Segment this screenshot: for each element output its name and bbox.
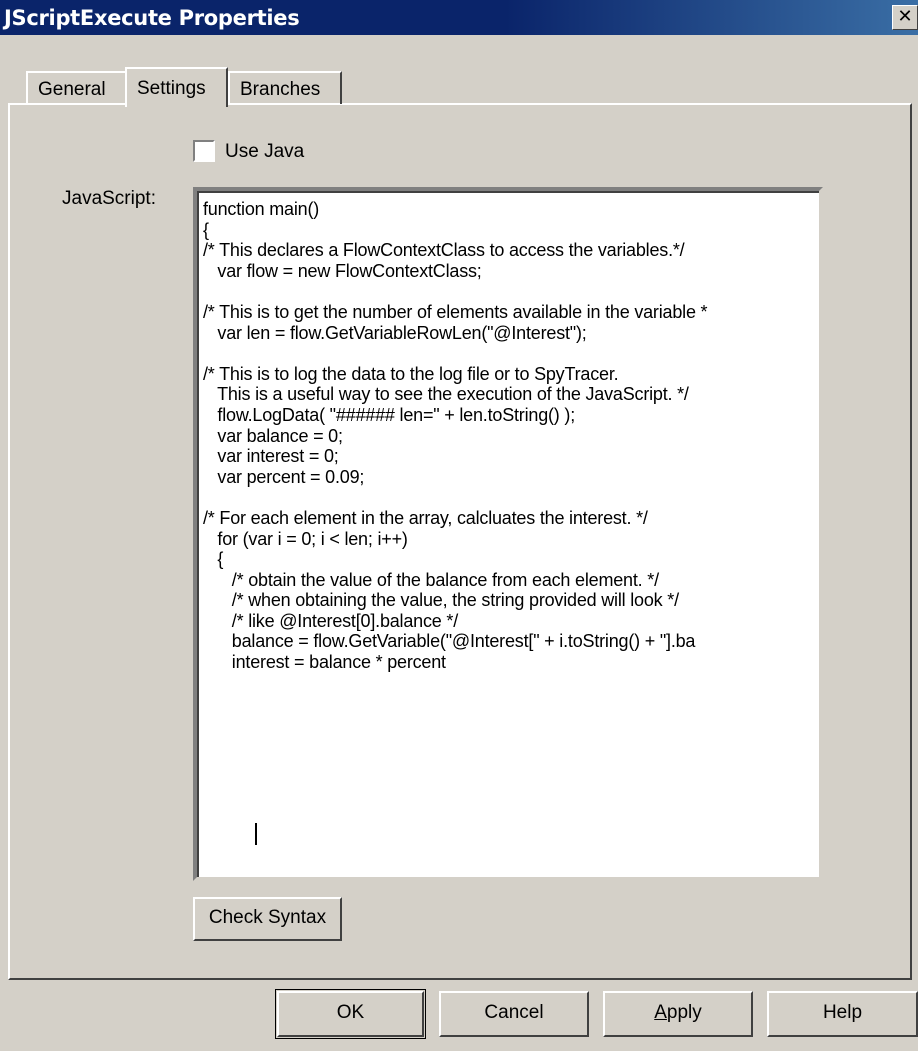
tab-settings[interactable]: Settings bbox=[125, 67, 228, 107]
apply-button[interactable]: Apply bbox=[603, 991, 753, 1037]
window-title: JScriptExecute Properties bbox=[4, 6, 300, 30]
tab-label: Settings bbox=[137, 78, 206, 99]
close-button[interactable]: ✕ bbox=[892, 5, 918, 30]
tab-label: Branches bbox=[240, 79, 321, 100]
check-syntax-label: Check Syntax bbox=[208, 907, 327, 928]
help-button[interactable]: Help bbox=[767, 991, 918, 1037]
tab-label: General bbox=[38, 79, 106, 100]
javascript-editor[interactable]: function main() { /* This declares a Flo… bbox=[193, 187, 823, 881]
help-label: Help bbox=[822, 1002, 863, 1023]
tab-general[interactable]: General bbox=[26, 71, 125, 104]
cancel-button[interactable]: Cancel bbox=[439, 991, 589, 1037]
javascript-code[interactable]: function main() { /* This declares a Flo… bbox=[203, 199, 819, 673]
ok-label: OK bbox=[336, 1002, 365, 1023]
use-java-checkbox[interactable] bbox=[193, 140, 215, 162]
title-bar[interactable]: JScriptExecute Properties ✕ bbox=[0, 0, 918, 35]
javascript-label: JavaScript: bbox=[62, 188, 156, 209]
text-caret bbox=[255, 823, 257, 845]
close-icon: ✕ bbox=[897, 6, 913, 27]
apply-mnemonic: A bbox=[654, 1002, 667, 1023]
use-java-label: Use Java bbox=[225, 141, 305, 162]
check-syntax-button[interactable]: Check Syntax bbox=[193, 897, 342, 941]
cancel-label: Cancel bbox=[484, 1002, 544, 1023]
ok-button[interactable]: OK bbox=[275, 989, 426, 1039]
tab-branches[interactable]: Branches bbox=[228, 71, 342, 104]
apply-label: pply bbox=[666, 1002, 702, 1023]
